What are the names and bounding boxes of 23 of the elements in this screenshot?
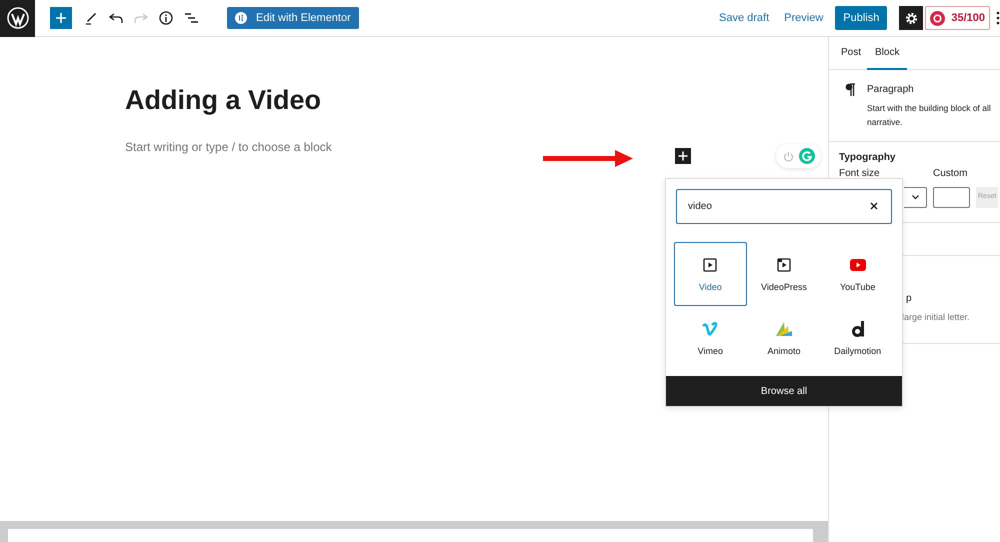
drop-cap-label-fragment: p xyxy=(906,293,913,305)
block-option[interactable]: Animoto xyxy=(748,306,820,370)
custom-label: Custom xyxy=(933,168,968,180)
block-option[interactable]: Vimeo xyxy=(674,306,747,370)
paragraph-placeholder[interactable]: Start writing or type / to choose a block xyxy=(125,138,332,156)
block-search-field[interactable]: video xyxy=(676,189,892,224)
post-title[interactable]: Adding a Video xyxy=(125,83,828,117)
block-option[interactable]: YouTube xyxy=(821,242,894,306)
edit-with-elementor-button[interactable]: Edit with Elementor xyxy=(227,7,359,29)
block-option[interactable]: Video xyxy=(674,242,747,306)
typography-heading[interactable]: Typography xyxy=(839,150,896,164)
preview-link[interactable]: Preview xyxy=(784,10,824,26)
publish-button[interactable]: Publish xyxy=(835,6,888,30)
save-draft-link[interactable]: Save draft xyxy=(719,10,770,26)
block-description: Start with the building block of all narrative. xyxy=(867,102,992,129)
sidebar-tab[interactable]: Post xyxy=(839,37,864,69)
seo-score-button[interactable]: 35/100 xyxy=(925,6,990,30)
browse-all-button[interactable]: Browse all xyxy=(666,376,902,406)
sidebar-tab[interactable]: Block xyxy=(867,37,908,70)
block-option[interactable]: Dailymotion xyxy=(821,306,894,370)
block-option[interactable]: VideoPress xyxy=(748,242,820,306)
block-title: Paragraph xyxy=(867,83,915,97)
font-size-label: Font size xyxy=(839,168,881,180)
